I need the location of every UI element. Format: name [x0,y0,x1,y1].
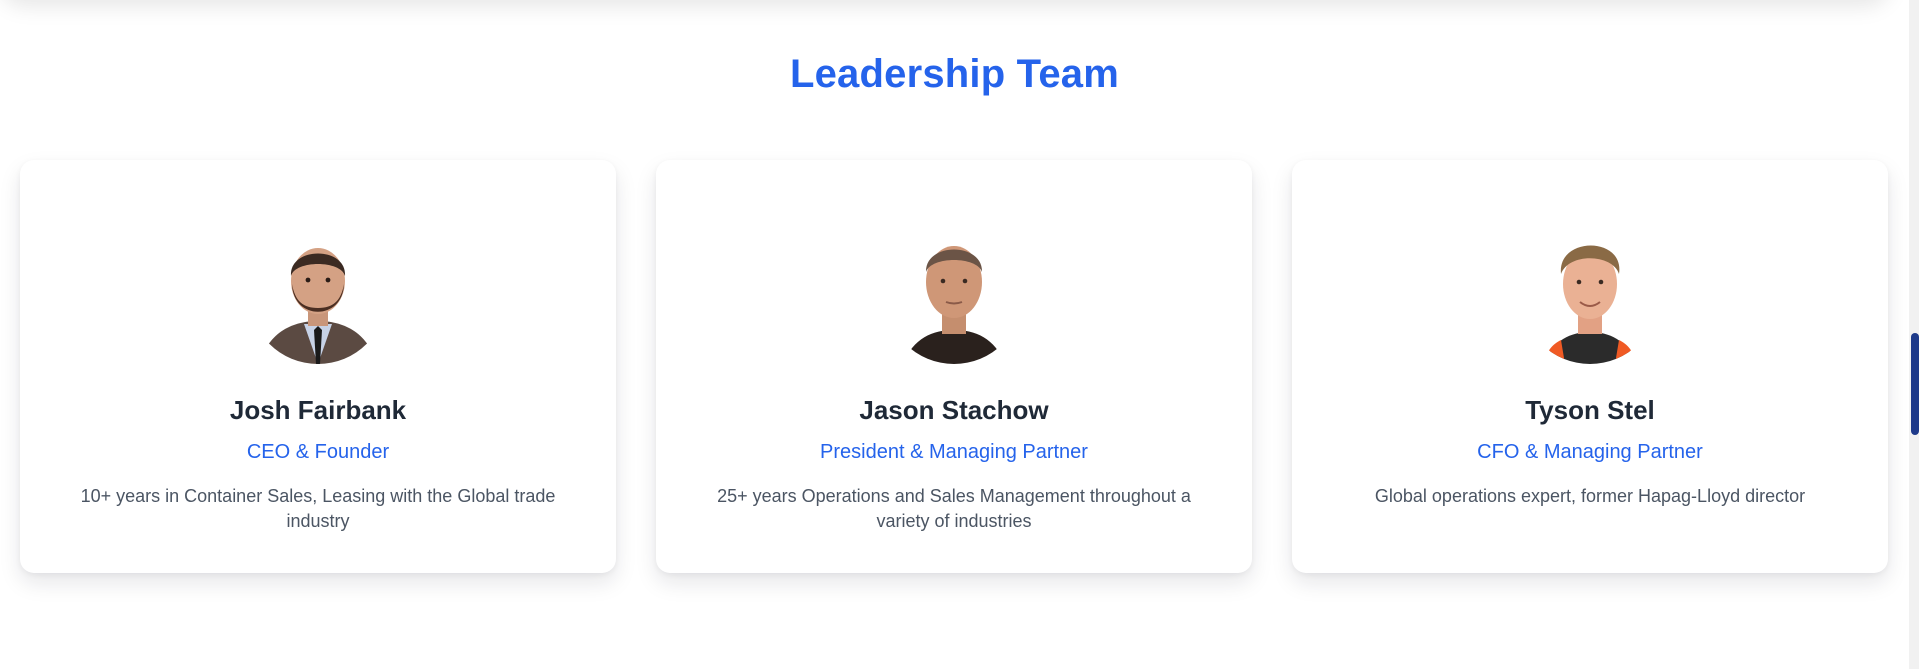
member-name: Josh Fairbank [229,395,407,425]
team-card-tyson-stel: Tyson Stel CFO & Managing Partner Global… [1292,160,1888,573]
avatar-tyson-stel [1521,226,1659,364]
member-bio: 25+ years Operations and Sales Managemen… [717,486,1191,531]
team-card-jason-stachow: Jason Stachow President & Managing Partn… [656,160,1252,573]
member-bio: Global operations expert, former Hapag-L… [1374,486,1806,506]
avatar-josh-fairbank [249,226,387,364]
member-role: CFO & Managing Partner [1477,441,1703,463]
team-card-josh-fairbank: Josh Fairbank CEO & Founder 10+ years in… [20,160,616,573]
scrollbar-thumb[interactable] [1911,333,1919,435]
member-role: CEO & Founder [246,441,390,463]
avatar-jason-stachow [885,226,1023,364]
team-cards: Josh Fairbank CEO & Founder 10+ years in… [20,160,1890,573]
member-role: President & Managing Partner [820,441,1088,463]
member-name: Tyson Stel [1525,395,1655,425]
member-bio: 10+ years in Container Sales, Leasing wi… [80,486,556,531]
section-title: Leadership Team [789,52,1120,96]
member-name: Jason Stachow [859,395,1049,425]
page: Leadership Team Josh Fairbank CEO & Foun… [0,0,1919,669]
